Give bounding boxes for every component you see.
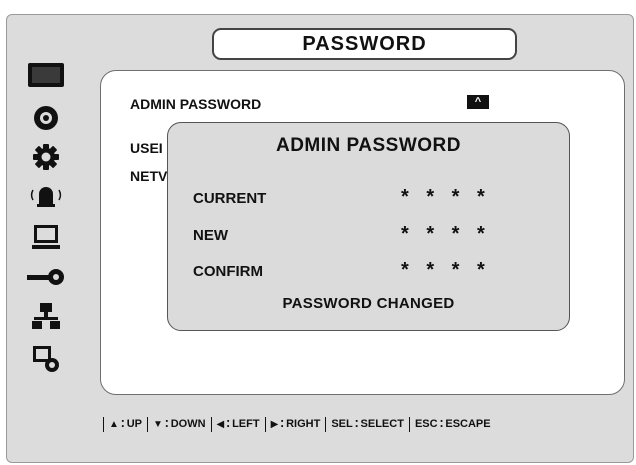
help-right: ▶ ⁚ RIGHT (270, 418, 321, 430)
left-arrow-icon: ◀ (216, 418, 225, 430)
key-icon[interactable] (26, 262, 66, 292)
alarm-icon[interactable] (26, 180, 66, 210)
help-select: SEL ⁚ SELECT (331, 418, 404, 430)
menu-item-user-password[interactable]: USEI (130, 140, 163, 156)
help-down-label: DOWN (170, 418, 206, 430)
new-password-label: NEW (193, 227, 228, 244)
gear-icon[interactable] (26, 142, 66, 172)
help-left-label: LEFT (232, 418, 260, 430)
disc-icon[interactable] (26, 103, 66, 133)
network-icon[interactable] (26, 302, 66, 332)
help-right-label: RIGHT (286, 418, 321, 430)
help-escape: ESC ⁚ ESCAPE (414, 418, 491, 430)
current-password-field[interactable]: * * * * (401, 186, 491, 209)
separator (325, 416, 327, 432)
admin-password-dialog: ADMIN PASSWORD CURRENT * * * * NEW * * *… (167, 122, 570, 331)
help-select-label: SELECT (360, 418, 404, 430)
help-escape-label: ESCAPE (445, 418, 491, 430)
expand-toggle-icon[interactable]: ^ (467, 95, 489, 109)
help-up-label: UP (126, 418, 142, 430)
confirm-password-field[interactable]: * * * * (401, 259, 491, 282)
status-message: PASSWORD CHANGED (282, 295, 455, 312)
help-down: ▼ ⁚ DOWN (153, 418, 206, 430)
display-icon[interactable] (26, 60, 66, 90)
help-left: ◀ ⁚ LEFT (216, 418, 260, 430)
right-arrow-icon: ▶ (270, 418, 279, 430)
down-arrow-icon: ▼ (153, 418, 163, 430)
menu-item-network-password[interactable]: NETV (130, 168, 167, 184)
esc-key-label: ESC (414, 418, 438, 430)
menu-item-admin-password[interactable]: ADMIN PASSWORD (130, 96, 261, 112)
sel-key-label: SEL (331, 418, 353, 430)
confirm-password-label: CONFIRM (193, 263, 263, 280)
separator (264, 416, 266, 432)
new-password-field[interactable]: * * * * (401, 223, 491, 246)
monitor-icon[interactable] (26, 222, 66, 252)
current-password-label: CURRENT (193, 190, 267, 207)
separator (147, 416, 148, 432)
dialog-title: ADMIN PASSWORD (275, 135, 462, 156)
separator (103, 416, 104, 432)
separator (210, 416, 212, 432)
page-title: PASSWORD (212, 28, 517, 60)
key-help-bar: ▲ ⁚ UP ▼ ⁚ DOWN ◀ ⁚ LEFT ▶ ⁚ RIGHT SEL ⁚ SELECT ES… (98, 415, 491, 433)
separator (408, 416, 410, 432)
help-up: ▲ ⁚ UP (109, 418, 142, 430)
up-arrow-icon: ▲ (109, 418, 119, 430)
system-icon[interactable] (26, 344, 66, 374)
